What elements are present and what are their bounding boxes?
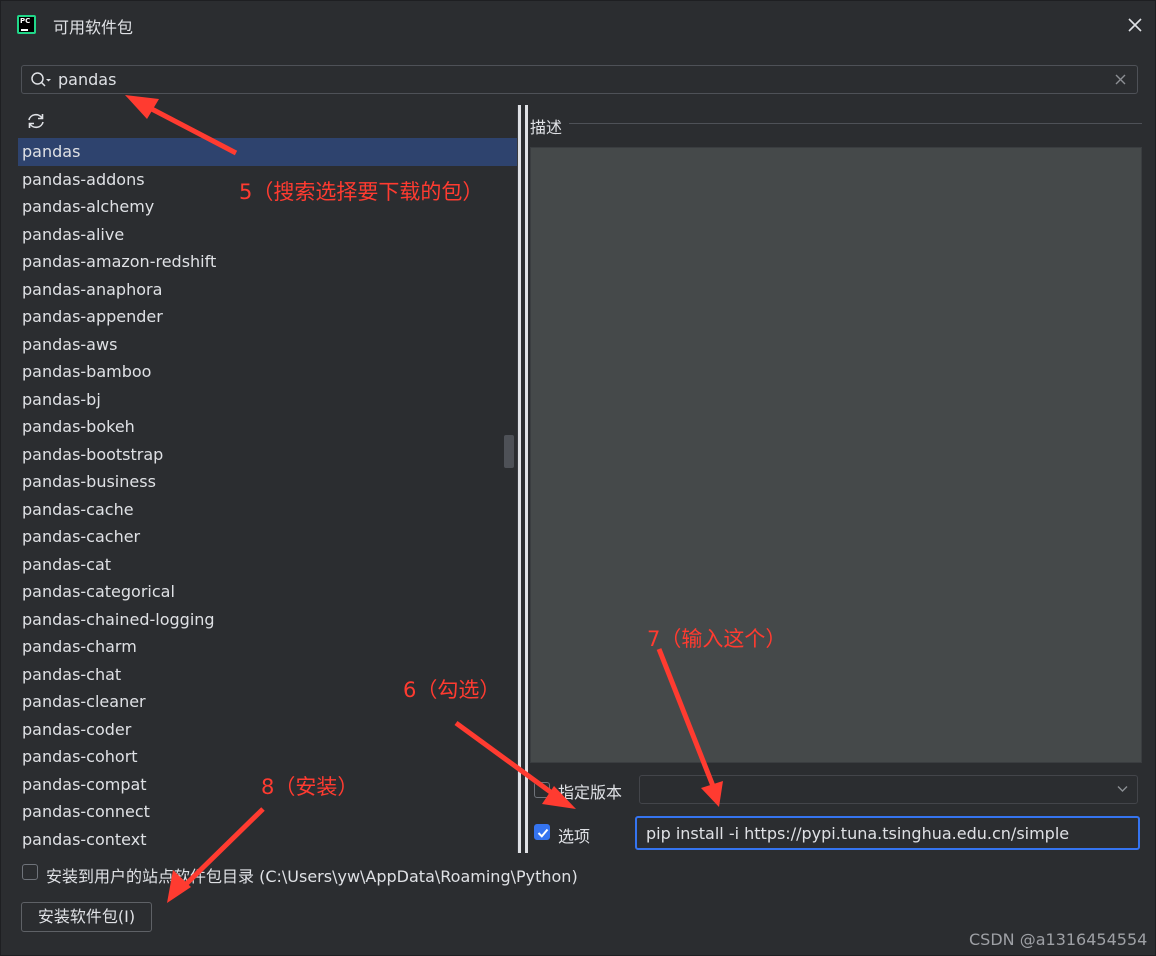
package-list-item[interactable]: pandas-categorical — [18, 578, 517, 606]
package-list-item[interactable]: pandas-chained-logging — [18, 606, 517, 634]
search-field[interactable] — [21, 65, 1138, 94]
package-list-item[interactable]: pandas-bokeh — [18, 413, 517, 441]
annotation-step8: 8（安装） — [261, 775, 359, 799]
package-list-item[interactable]: pandas-bj — [18, 386, 517, 414]
options-checkbox[interactable] — [534, 824, 550, 840]
package-list-item[interactable]: pandas-appender — [18, 303, 517, 331]
install-package-button[interactable]: 安装软件包(I) — [21, 902, 152, 932]
annotation-step6: 6（勾选） — [403, 678, 501, 702]
watermark: CSDN @a1316454554 — [969, 930, 1148, 949]
description-divider — [569, 123, 1142, 124]
package-list-item[interactable]: pandas-bootstrap — [18, 441, 517, 469]
version-select[interactable] — [639, 775, 1138, 804]
annotation-step7: 7（输入这个） — [647, 627, 787, 651]
package-list-item[interactable]: pandas-context — [18, 826, 517, 854]
package-list-item[interactable]: pandas-anaphora — [18, 276, 517, 304]
refresh-icon[interactable] — [26, 112, 46, 130]
close-icon[interactable] — [1125, 15, 1145, 35]
package-list-item[interactable]: pandas-cat — [18, 551, 517, 579]
options-label: 选项 — [558, 827, 591, 846]
specify-version-checkbox[interactable] — [534, 782, 550, 798]
specify-version-label: 指定版本 — [558, 783, 623, 802]
package-list-item[interactable]: pandas-amazon-redshift — [18, 248, 517, 276]
package-list-item[interactable]: pandas-business — [18, 468, 517, 496]
pycharm-icon: PC — [17, 15, 36, 34]
package-list-item[interactable]: pandas-connect — [18, 798, 517, 826]
package-list-item[interactable]: pandas-cache — [18, 496, 517, 524]
splitter-handle — [521, 105, 525, 853]
clear-icon[interactable] — [1114, 73, 1127, 86]
search-input[interactable] — [58, 68, 1098, 91]
package-list[interactable]: pandas pandas-addons pandas-alchemy pandas-… — [18, 138, 517, 854]
title-bar: PC 可用软件包 — [1, 1, 1156, 49]
package-list-item[interactable]: pandas-charm — [18, 633, 517, 661]
package-list-item[interactable]: pandas-aws — [18, 331, 517, 359]
search-icon[interactable] — [30, 71, 52, 89]
package-list-item[interactable]: pandas — [18, 138, 517, 166]
description-box — [530, 147, 1142, 763]
package-list-item[interactable]: pandas-coder — [18, 716, 517, 744]
chevron-down-icon — [1117, 786, 1128, 792]
package-list-item[interactable]: pandas-alive — [18, 221, 517, 249]
package-list-item[interactable]: pandas-cacher — [18, 523, 517, 551]
scrollbar-thumb[interactable] — [504, 435, 514, 468]
install-to-user-site-checkbox[interactable] — [22, 864, 38, 880]
description-label: 描述 — [530, 118, 563, 137]
available-packages-dialog: PC 可用软件包 pandaspandas-addonspandas-alche… — [0, 0, 1156, 956]
check-icon — [537, 828, 549, 838]
package-list-item[interactable]: pandas-bamboo — [18, 358, 517, 386]
package-list-panel: pandas pandas-addons pandas-alchemy pandas-… — [18, 105, 518, 853]
install-to-user-site-label: 安装到用户的站点软件包目录 (C:\Users\yw\AppData\Roami… — [46, 867, 578, 886]
annotation-step5: 5（搜索选择要下载的包） — [239, 180, 484, 204]
window-title: 可用软件包 — [53, 18, 134, 37]
options-input[interactable] — [635, 816, 1140, 850]
package-list-item[interactable]: pandas-cohort — [18, 743, 517, 771]
